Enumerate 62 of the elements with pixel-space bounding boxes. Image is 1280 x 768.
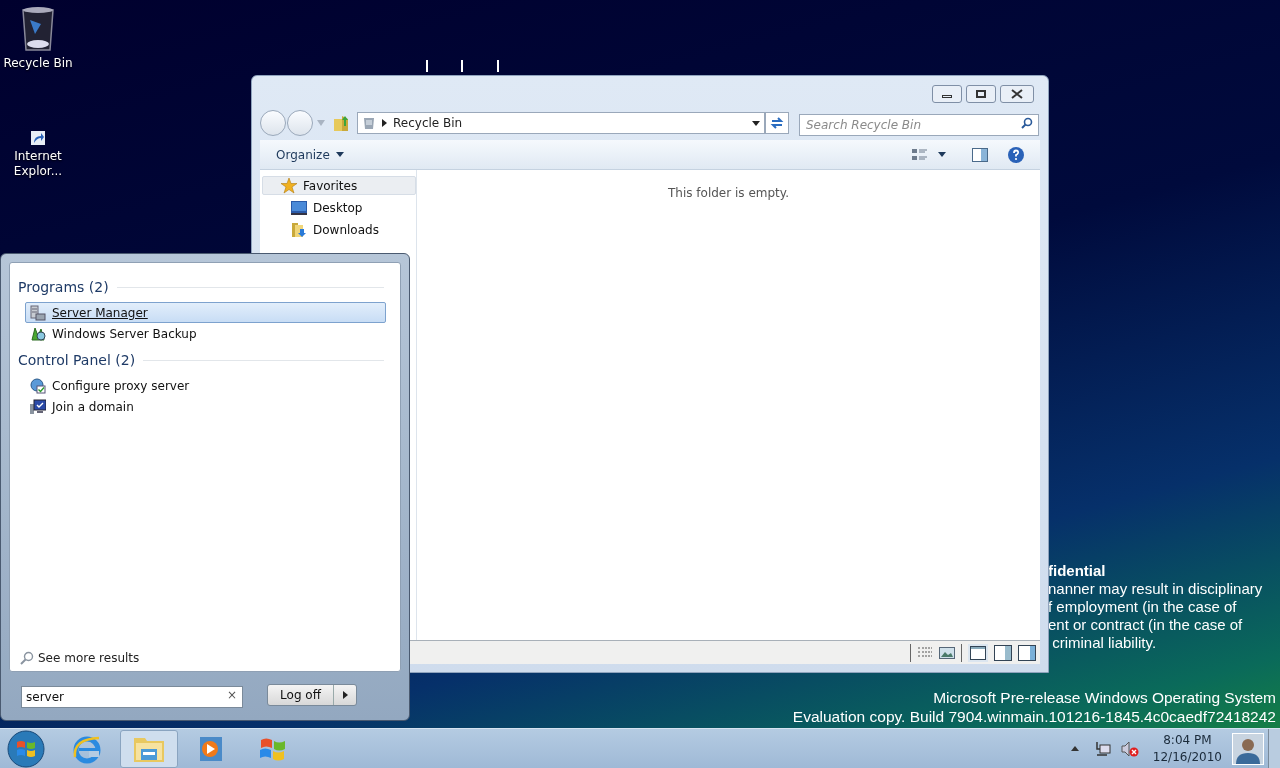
desktop-icon bbox=[291, 200, 307, 215]
notice-text: nanner may result in disciplinary f employment (in the case of ent or contract (in the case of criminal liability. bbox=[1048, 580, 1263, 652]
refresh-icon bbox=[770, 117, 784, 129]
view-options-icon[interactable] bbox=[912, 147, 928, 162]
start-button[interactable] bbox=[6, 728, 46, 768]
search-result-item[interactable]: Windows Server Backup bbox=[25, 323, 386, 344]
maximize-button[interactable] bbox=[966, 85, 996, 103]
address-text: Recycle Bin bbox=[393, 115, 464, 132]
recycle-bin-icon[interactable] bbox=[21, 6, 55, 52]
empty-folder-message: This folder is empty. bbox=[668, 185, 789, 200]
search-icon bbox=[20, 651, 34, 665]
notice-title: fidential bbox=[1048, 562, 1107, 580]
clear-button[interactable]: × bbox=[224, 687, 239, 703]
layout-icon[interactable] bbox=[968, 643, 988, 662]
caret-icon[interactable] bbox=[938, 152, 946, 157]
group-heading: Control Panel (2) bbox=[18, 351, 136, 370]
downloads-folder-icon bbox=[291, 221, 307, 238]
show-hidden-icons-icon[interactable] bbox=[1070, 746, 1079, 751]
nav-item[interactable]: Downloads bbox=[262, 220, 416, 239]
search-icon[interactable] bbox=[1021, 117, 1033, 129]
clock-time[interactable]: 8:04 PM bbox=[1163, 731, 1212, 749]
close-icon bbox=[1011, 89, 1023, 99]
see-more-results-link[interactable]: See more results bbox=[38, 649, 140, 667]
network-icon[interactable] bbox=[1094, 740, 1111, 757]
server-icon bbox=[30, 304, 46, 321]
search-result-item[interactable]: Server Manager bbox=[25, 302, 386, 323]
nav-item[interactable]: Favorites bbox=[262, 176, 416, 195]
group-heading: Programs (2) bbox=[18, 278, 109, 297]
arrow-icon bbox=[342, 691, 348, 699]
close-button[interactable] bbox=[1000, 85, 1034, 103]
star-icon bbox=[281, 177, 297, 194]
desktop-icon-label[interactable]: Recycle Bin bbox=[3, 56, 73, 71]
volume-muted-icon[interactable] bbox=[1120, 740, 1139, 757]
globe-check-icon bbox=[30, 377, 46, 394]
shortcut-icon[interactable] bbox=[31, 131, 45, 145]
search-result-item[interactable]: Join a domain bbox=[25, 396, 386, 417]
organize-button[interactable]: Organize bbox=[276, 145, 344, 164]
build-info-text: Evaluation copy. Build 7904.winmain.101216-1845.4c0caedf72418242 bbox=[792, 707, 1276, 726]
desktop-icon-label[interactable]: Internet Explor... bbox=[3, 149, 73, 179]
chevron-icon bbox=[382, 119, 387, 127]
recycle-bin-icon bbox=[362, 116, 376, 130]
caret-icon bbox=[335, 152, 344, 157]
minimize-button[interactable] bbox=[932, 85, 962, 103]
backup-icon bbox=[30, 325, 46, 342]
computer-icon bbox=[30, 398, 46, 415]
help-icon[interactable] bbox=[1008, 146, 1024, 163]
preview-pane-icon[interactable] bbox=[972, 147, 988, 162]
refresh-button[interactable] bbox=[765, 112, 789, 134]
address-bar[interactable]: Recycle Bin bbox=[357, 112, 765, 134]
folder-up-icon[interactable] bbox=[333, 114, 349, 132]
search-result-item[interactable]: Configure proxy server bbox=[25, 375, 386, 396]
thumbnail-view-icon[interactable] bbox=[939, 645, 955, 660]
user-avatar[interactable] bbox=[1232, 732, 1264, 765]
nav-item[interactable]: Desktop bbox=[262, 198, 416, 217]
build-info-text: Microsoft Pre-release Windows Operating System bbox=[933, 688, 1276, 707]
layout-icon[interactable] bbox=[1018, 644, 1036, 661]
show-desktop-button[interactable] bbox=[1268, 728, 1280, 768]
search-field[interactable]: Search Recycle Bin bbox=[799, 114, 1039, 136]
caret-icon[interactable] bbox=[752, 120, 760, 126]
clock-date[interactable]: 12/16/2010 bbox=[1152, 748, 1222, 766]
layout-icon[interactable] bbox=[994, 644, 1012, 661]
media-player-icon bbox=[197, 734, 225, 763]
